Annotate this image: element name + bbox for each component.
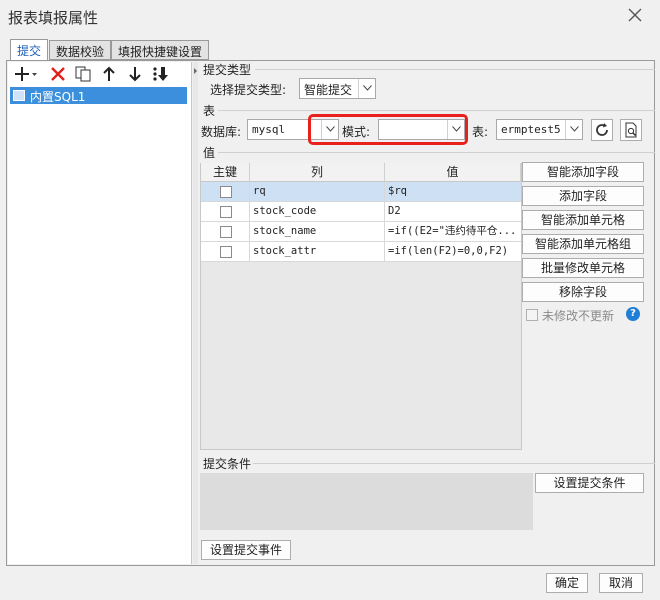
table-row[interactable]: rq $rq	[201, 182, 521, 202]
submit-type-value: 智能提交	[304, 83, 353, 97]
column-cell[interactable]: stock_attr	[250, 242, 385, 261]
remove-field-button[interactable]: 移除字段	[522, 282, 644, 302]
refresh-button[interactable]	[591, 119, 613, 141]
set-submit-condition-button[interactable]: 设置提交条件	[535, 473, 644, 493]
key-checkbox[interactable]	[220, 226, 232, 238]
column-cell[interactable]: rq	[250, 182, 385, 201]
help-icon[interactable]: ?	[626, 307, 640, 321]
delete-icon[interactable]	[50, 66, 68, 82]
tab-data-validation[interactable]: 数据校验	[49, 40, 112, 60]
table-row[interactable]: stock_name =if((E2="违约待平仓...	[201, 222, 521, 242]
copy-icon[interactable]	[75, 66, 93, 82]
section-divider	[253, 463, 655, 464]
value-cell[interactable]: D2	[385, 202, 521, 221]
section-divider	[218, 110, 655, 111]
pane-splitter[interactable]	[193, 62, 198, 564]
column-cell[interactable]: stock_code	[250, 202, 385, 221]
value-cell[interactable]: =if(len(F2)=0,0,F2)	[385, 242, 521, 261]
set-submit-event-button[interactable]: 设置提交事件	[201, 540, 291, 560]
sql-table-icon	[13, 90, 25, 101]
chevron-down-icon	[565, 120, 582, 139]
value-cell[interactable]: =if((E2="违约待平仓...	[385, 222, 521, 241]
submit-condition-area	[200, 473, 533, 530]
window-title: 报表填报属性	[8, 9, 99, 27]
preview-icon	[625, 122, 637, 138]
no-update-checkbox[interactable]	[526, 309, 538, 321]
column-header-value[interactable]: 值	[385, 163, 521, 182]
refresh-icon	[596, 123, 608, 136]
move-up-icon[interactable]	[102, 66, 120, 82]
batch-modify-cell-button[interactable]: 批量修改单元格	[522, 258, 644, 278]
table-select[interactable]: ermptest5	[496, 119, 583, 140]
tab-submit[interactable]: 提交	[10, 39, 49, 61]
tab-shortcut-settings[interactable]: 填报快捷键设置	[111, 40, 210, 60]
cancel-button[interactable]: 取消	[599, 573, 643, 593]
submit-condition-heading: 提交条件	[203, 457, 252, 471]
section-divider	[255, 69, 655, 70]
add-field-button[interactable]: 添加字段	[522, 186, 644, 206]
title-bar	[0, 0, 660, 32]
smart-add-field-button[interactable]: 智能添加字段	[522, 162, 644, 182]
add-icon[interactable]	[15, 66, 37, 82]
submit-type-select[interactable]: 智能提交	[299, 78, 376, 99]
database-label: 数据库:	[201, 125, 242, 139]
key-checkbox[interactable]	[220, 186, 232, 198]
submit-type-heading: 提交类型	[203, 63, 252, 77]
tree-item-sql1[interactable]: 内置SQL1	[10, 87, 187, 104]
table-heading: 表	[203, 104, 216, 118]
table-row[interactable]: stock_code D2	[201, 202, 521, 222]
database-value: mysql	[252, 123, 286, 136]
value-cell[interactable]: $rq	[385, 182, 521, 201]
key-checkbox[interactable]	[220, 246, 232, 258]
highlight-box	[308, 114, 468, 145]
tree-item-label: 内置SQL1	[30, 90, 86, 104]
move-down-icon[interactable]	[128, 66, 146, 82]
preview-button[interactable]	[620, 119, 642, 141]
key-checkbox[interactable]	[220, 206, 232, 218]
chevron-down-icon	[358, 79, 375, 98]
column-header-key[interactable]: 主键	[201, 163, 250, 182]
table-label: 表:	[472, 125, 489, 139]
no-update-label: 未修改不更新	[542, 309, 615, 323]
value-heading: 值	[203, 146, 216, 160]
smart-add-cell-group-button[interactable]: 智能添加单元格组	[522, 234, 644, 254]
column-header-column[interactable]: 列	[250, 163, 385, 182]
close-icon[interactable]	[626, 6, 644, 24]
sql-list-pane	[8, 62, 192, 564]
table-value: ermptest5	[501, 123, 561, 136]
column-cell[interactable]: stock_name	[250, 222, 385, 241]
section-divider	[218, 152, 655, 153]
submit-type-label: 选择提交类型:	[210, 83, 287, 97]
ok-button[interactable]: 确定	[546, 573, 588, 593]
smart-add-cell-button[interactable]: 智能添加单元格	[522, 210, 644, 230]
sort-icon[interactable]	[152, 66, 170, 82]
table-row[interactable]: stock_attr =if(len(F2)=0,0,F2)	[201, 242, 521, 262]
